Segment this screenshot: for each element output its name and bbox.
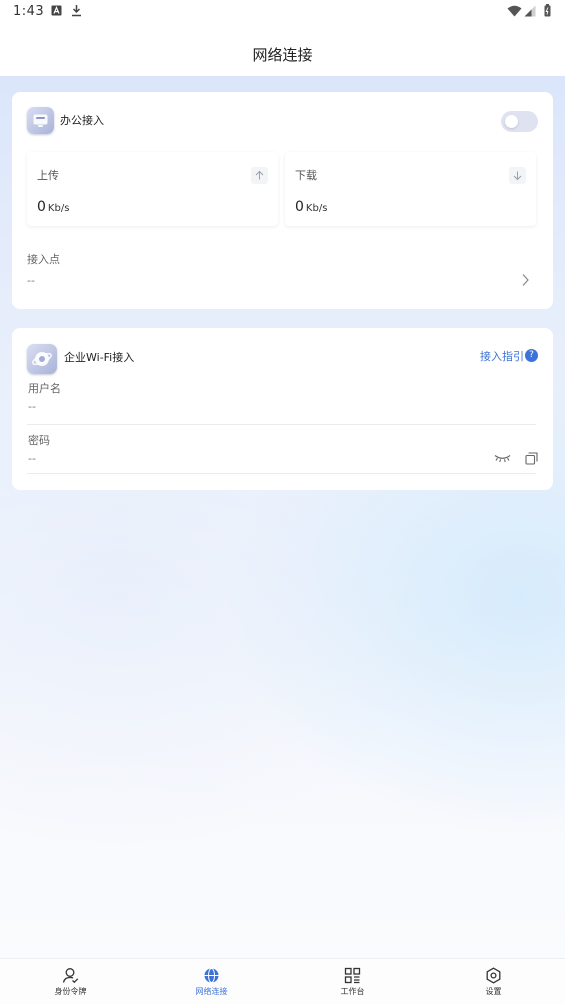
upload-value: 0 [37, 199, 46, 215]
office-access-card: 办公接入 上传 0 Kb/s 下载 0 Kb/s 接入点 -- [12, 92, 553, 309]
tab-label: 网络连接 [195, 987, 228, 996]
download-label: 下载 [295, 169, 317, 182]
tab-label: 设置 [485, 987, 502, 996]
status-time: 1:43 [13, 4, 45, 19]
signal-icon [524, 5, 536, 17]
gear-icon [486, 967, 501, 984]
office-access-toggle[interactable] [501, 111, 538, 132]
tab-workbench[interactable]: 工作台 [282, 959, 423, 1004]
password-label: 密码 [28, 434, 50, 447]
copy-icon[interactable] [525, 452, 538, 465]
page-title: 网络连接 [252, 46, 313, 64]
arrow-up-icon [251, 167, 268, 184]
download-stat: 下载 0 Kb/s [285, 152, 536, 226]
office-access-icon [27, 107, 54, 134]
eye-closed-icon[interactable] [494, 453, 511, 463]
office-access-title: 办公接入 [60, 114, 104, 127]
upload-stat: 上传 0 Kb/s [27, 152, 278, 226]
access-point-value: -- [27, 274, 35, 287]
password-value: -- [28, 452, 36, 465]
help-icon[interactable]: ? [525, 349, 538, 362]
wifi-access-card: 企业Wi-Fi接入 接入指引 ? 用户名 -- 密码 -- [12, 328, 553, 490]
grid-icon [344, 967, 361, 984]
download-unit: Kb/s [305, 203, 328, 214]
divider [27, 424, 536, 425]
username-value: -- [28, 400, 36, 413]
app-bar: 网络连接 [0, 24, 565, 76]
globe-icon [204, 968, 219, 983]
upload-label: 上传 [37, 169, 59, 182]
person-check-icon [62, 968, 79, 984]
upload-value-line: 0 Kb/s [37, 199, 69, 215]
tab-identity-token[interactable]: 身份令牌 [0, 959, 141, 1004]
download-value-line: 0 Kb/s [295, 199, 327, 215]
tab-settings[interactable]: 设置 [423, 959, 564, 1004]
bottom-tab-bar: 身份令牌 网络连接 工作台 设置 [0, 958, 565, 1004]
divider [27, 473, 536, 474]
tab-network-connection[interactable]: 网络连接 [141, 959, 282, 1004]
toggle-knob [505, 115, 518, 128]
username-label: 用户名 [28, 382, 61, 395]
a-box-icon [51, 5, 62, 16]
wifi-access-icon [27, 344, 57, 374]
wifi-access-title: 企业Wi-Fi接入 [64, 351, 135, 364]
download-value: 0 [295, 199, 304, 215]
wifi-icon [507, 5, 522, 17]
tab-label: 工作台 [340, 987, 365, 996]
chevron-right-icon [522, 274, 529, 286]
access-point-label: 接入点 [27, 253, 60, 266]
access-point-row[interactable]: -- [12, 268, 553, 294]
access-guide-link[interactable]: 接入指引 [480, 348, 524, 364]
download-icon [72, 5, 81, 17]
upload-unit: Kb/s [47, 203, 70, 214]
tab-label: 身份令牌 [54, 987, 87, 996]
battery-icon [544, 4, 551, 17]
status-bar: 1:43 [0, 0, 565, 24]
arrow-down-icon [509, 167, 526, 184]
